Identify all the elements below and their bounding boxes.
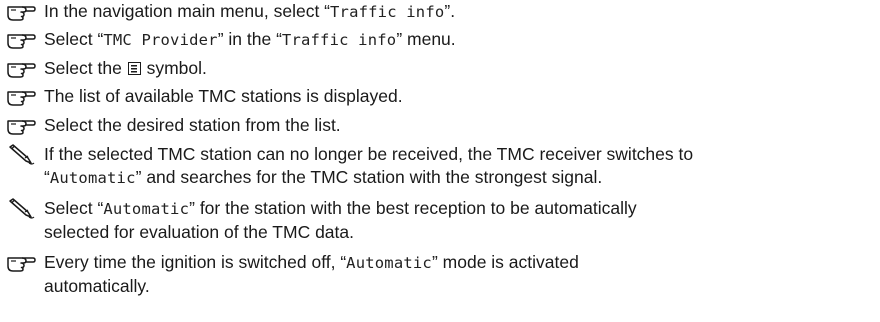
pointing-hand-icon [6,58,36,80]
menu-item-label: Automatic [103,200,190,218]
text-run: ” mode is activated [431,252,579,272]
step-text: Select “Automatic” for the station with … [44,197,876,244]
text-run: ” menu. [396,29,456,49]
pointing-hand-icon [6,86,36,108]
text-run: automatically. [44,276,150,296]
step-text: Select “TMC Provider” in the “Traffic in… [44,28,876,52]
step-text: Select the symbol. [44,57,876,80]
menu-item-label: Traffic info [330,3,445,21]
menu-item-label: Automatic [346,254,432,272]
text-run: In the navigation main menu, select “ [44,1,330,21]
pointing-hand-icon [6,1,36,23]
text-run: ” for the station with the best receptio… [189,198,637,218]
pencil-note-icon [6,198,36,220]
pointing-hand-icon [6,115,36,137]
step-text: In the navigation main menu, select “Tra… [44,0,876,24]
text-run: Select the [44,58,127,78]
text-run: ”. [444,1,456,21]
menu-item-label: Automatic [49,169,136,187]
pointing-hand-icon [6,252,36,274]
text-run: Select “ [44,29,104,49]
list-symbol-icon [127,62,141,75]
instruction-page: In the navigation main menu, select “Tra… [0,0,880,322]
pointing-hand-icon [6,29,36,51]
text-run: Select the desired station from the list… [44,115,341,135]
menu-item-label: TMC Provider [103,31,218,49]
text-run: selected for evaluation of the TMC data. [44,222,354,242]
pencil-note-icon [6,144,36,166]
step-text: If the selected TMC station can no longe… [44,143,876,190]
text-run: If the selected TMC station can no longe… [44,144,694,164]
text-run: Select “ [44,198,104,218]
text-run: ” and searches for the TMC station with … [135,167,603,187]
text-run: Every time the ignition is switched off,… [44,252,347,272]
text-run: The list of available TMC stations is di… [44,86,403,106]
step-text: Select the desired station from the list… [44,114,876,137]
step-text: Every time the ignition is switched off,… [44,251,876,298]
step-text: The list of available TMC stations is di… [44,85,876,108]
text-run: ” in the “ [217,29,282,49]
menu-item-label: Traffic info [281,31,397,49]
text-run: symbol. [141,58,207,78]
